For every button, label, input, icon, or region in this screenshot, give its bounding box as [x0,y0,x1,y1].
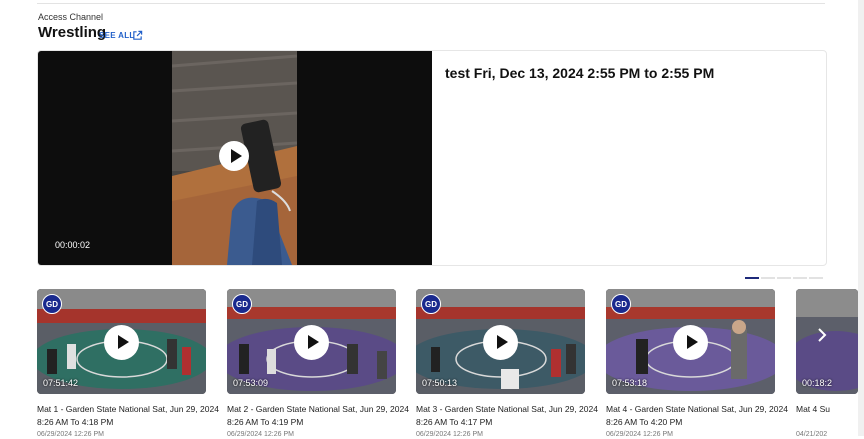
external-link-icon[interactable] [132,30,143,41]
channel-badge: GD [421,294,441,314]
video-duration: 07:51:42 [43,378,79,388]
pagination-dot[interactable] [745,277,759,279]
play-button[interactable] [483,325,518,360]
featured-video-title[interactable]: test Fri, Dec 13, 2024 2:55 PM to 2:55 P… [445,65,714,81]
pagination-dot[interactable] [761,277,775,279]
video-thumbnail[interactable]: GD 07:53:09 [227,289,396,394]
see-all-link[interactable]: SEE ALL [99,31,135,40]
pagination-dot[interactable] [793,277,807,279]
video-duration: 07:50:13 [422,378,458,388]
featured-video-card[interactable]: 00:00:02 test Fri, Dec 13, 2024 2:55 PM … [37,50,827,266]
video-duration: 07:53:18 [612,378,648,388]
chevron-right-icon[interactable] [815,325,829,345]
channel-badge: GD [42,294,62,314]
video-date: 06/29/2024 12:26 PM [37,431,104,438]
channel-badge: GD [232,294,252,314]
video-title[interactable]: Mat 4 - Garden State National Sat, Jun 2… [606,403,806,429]
play-button[interactable] [104,325,139,360]
play-button[interactable] [219,141,249,171]
video-title[interactable]: Mat 3 - Garden State National Sat, Jun 2… [416,403,616,429]
video-date: 06/29/2024 12:26 PM [606,431,673,438]
video-title[interactable]: Mat 4 Su [796,403,858,416]
channel-badge: GD [611,294,631,314]
video-date: 04/21/202 [796,431,828,438]
play-button[interactable] [294,325,329,360]
section-divider [37,3,825,4]
video-date: 06/29/2024 12:26 PM [227,431,294,438]
video-duration: 07:53:09 [233,378,269,388]
video-title[interactable]: Mat 1 - Garden State National Sat, Jun 2… [37,403,237,429]
section-eyebrow: Access Channel [38,12,104,22]
video-thumbnail[interactable]: GD 07:53:18 [606,289,775,394]
play-button[interactable] [673,325,708,360]
video-duration: 00:00:02 [55,240,91,250]
video-date: 06/29/2024 12:26 PM [416,431,483,438]
pagination-dot[interactable] [809,277,823,279]
video-card[interactable]: 00:18:2 Mat 4 Su 04/21/202 [796,289,858,439]
video-thumbnail[interactable]: GD 07:51:42 [37,289,206,394]
channel-title: Wrestling [38,24,107,41]
video-duration: 00:18:2 [802,378,833,388]
pagination-dot[interactable] [777,277,791,279]
scrollbar-track[interactable] [858,0,864,436]
featured-video-player[interactable]: 00:00:02 [38,51,432,265]
video-title[interactable]: Mat 2 - Garden State National Sat, Jun 2… [227,403,427,429]
video-thumbnail[interactable]: GD 07:50:13 [416,289,585,394]
